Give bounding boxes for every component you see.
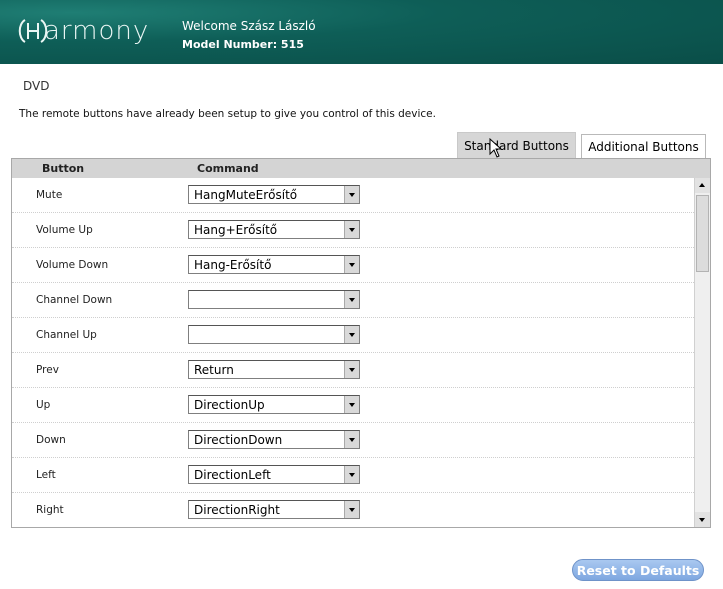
command-value: DirectionUp [194,398,265,412]
harmony-h-icon [18,19,48,43]
command-select[interactable]: DirectionDown [188,430,360,449]
dropdown-arrow-icon[interactable] [344,256,359,273]
button-rows: Mute HangMuteErősítő Volume Up Hang+Erős… [12,178,694,527]
dropdown-arrow-icon[interactable] [344,396,359,413]
device-title: DVD [23,79,50,93]
table-row: Right DirectionRight [12,493,694,527]
device-description: The remote buttons have already been set… [19,108,436,120]
dropdown-arrow-icon[interactable] [344,431,359,448]
dropdown-arrow-icon[interactable] [344,326,359,343]
scroll-down-arrow-icon[interactable] [695,512,710,527]
button-label: Mute [36,189,63,201]
command-select[interactable]: DirectionLeft [188,465,360,484]
command-select[interactable]: DirectionUp [188,395,360,414]
command-select[interactable]: Hang-Erősítő [188,255,360,274]
table-row: Mute HangMuteErősítő [12,178,694,213]
dropdown-arrow-icon[interactable] [344,501,359,518]
model-number: Model Number: 515 [182,38,304,51]
button-label: Channel Up [36,329,97,341]
table-header: Button Command [12,159,710,178]
button-label: Volume Up [36,224,93,236]
button-label: Down [36,434,66,446]
welcome-text: Welcome Szász László [182,19,316,33]
command-value: HangMuteErősítő [194,188,298,202]
mouse-cursor-icon [489,138,503,158]
button-label: Volume Down [36,259,109,271]
table-row: Volume Down Hang-Erősítő [12,248,694,283]
command-select[interactable]: Hang+Erősítő [188,220,360,239]
command-value: DirectionDown [194,433,283,447]
header-banner: armony Welcome Szász László Model Number… [0,0,723,64]
command-value: Hang-Erősítő [194,258,272,272]
dropdown-arrow-icon[interactable] [344,291,359,308]
table-row: Prev Return [12,353,694,388]
harmony-logo: armony [16,14,149,48]
table-row: Left DirectionLeft [12,458,694,493]
scroll-up-arrow-icon[interactable] [695,178,710,193]
table-row: Down DirectionDown [12,423,694,458]
scrollbar-thumb[interactable] [696,195,709,272]
command-value: Return [194,363,234,377]
column-header-command: Command [197,162,259,175]
tab-additional-buttons[interactable]: Additional Buttons [581,134,706,159]
command-select[interactable]: DirectionRight [188,500,360,519]
column-header-button: Button [42,162,85,175]
dropdown-arrow-icon[interactable] [344,221,359,238]
command-value: DirectionLeft [194,468,271,482]
command-select[interactable]: Return [188,360,360,379]
command-value: DirectionRight [194,503,280,517]
vertical-scrollbar[interactable] [694,178,710,527]
button-label: Right [36,504,64,516]
logo-wordmark: armony [44,16,150,46]
command-value: Hang+Erősítő [194,223,278,237]
button-mapping-panel: Button Command Mute HangMuteErősítő Volu… [11,158,711,528]
table-row: Up DirectionUp [12,388,694,423]
button-label: Left [36,469,56,481]
tab-standard-buttons[interactable]: Standard Buttons [457,132,576,158]
button-label: Up [36,399,51,411]
dropdown-arrow-icon[interactable] [344,186,359,203]
dropdown-arrow-icon[interactable] [344,466,359,483]
table-row: Volume Up Hang+Erősítő [12,213,694,248]
dropdown-arrow-icon[interactable] [344,361,359,378]
table-row: Channel Down [12,283,694,318]
button-label: Prev [36,364,59,376]
command-select[interactable] [188,325,360,344]
table-row: Channel Up [12,318,694,353]
command-select[interactable]: HangMuteErősítő [188,185,360,204]
reset-to-defaults-button[interactable]: Reset to Defaults [572,559,704,581]
button-label: Channel Down [36,294,113,306]
command-select[interactable] [188,290,360,309]
